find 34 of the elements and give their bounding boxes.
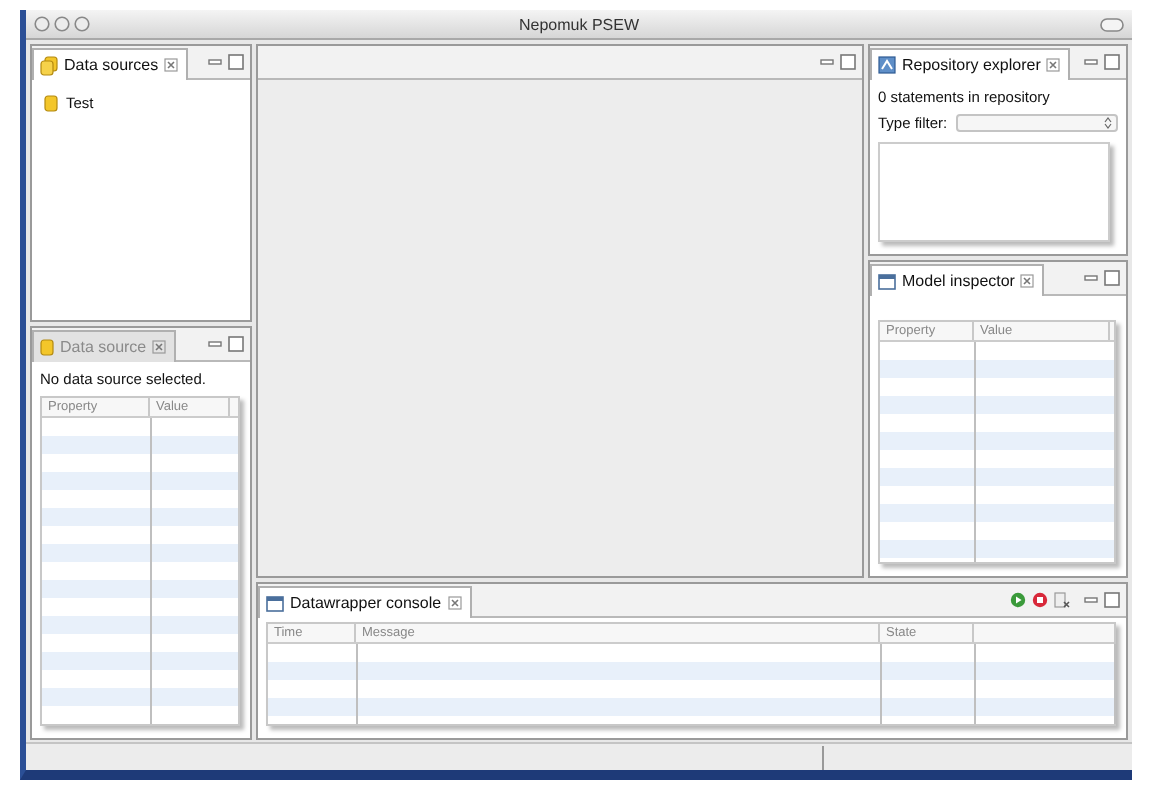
clear-icon[interactable] [1054,592,1070,608]
toolbar-toggle-button[interactable] [1100,17,1124,31]
minimize-button[interactable] [1084,593,1098,607]
maximize-button[interactable] [228,336,244,352]
window-icon [878,273,896,289]
view-tab[interactable]: Model inspector [870,264,1045,296]
minimize-button[interactable] [820,55,834,69]
repository-icon [878,56,896,74]
minimize-button[interactable] [208,337,222,351]
maximize-button[interactable] [1104,592,1120,608]
minimize-button[interactable] [1084,55,1098,69]
minimize-button[interactable] [1084,271,1098,285]
type-filter-dropdown[interactable] [955,114,1118,132]
maximize-button[interactable] [1104,270,1120,286]
updown-arrow-icon [1104,116,1112,130]
close-icon[interactable] [1046,58,1061,72]
close-icon[interactable] [152,340,167,354]
view-tab[interactable]: Repository explorer [870,48,1071,80]
window-title: Nepomuk PSEW [518,15,640,33]
maximize-button[interactable] [1104,54,1120,70]
close-icon[interactable] [164,58,179,72]
minimize-button[interactable] [208,55,222,69]
window-icon [266,595,284,611]
stop-icon[interactable] [1032,592,1048,608]
database-icon [40,338,54,356]
view-tab[interactable]: Data source [32,330,177,362]
maximize-button[interactable] [840,54,856,70]
maximize-button[interactable] [228,54,244,70]
close-icon[interactable] [447,596,462,610]
close-icon[interactable] [1020,274,1035,288]
play-icon[interactable] [1010,592,1026,608]
database-icon [44,94,58,112]
view-tab[interactable]: Datawrapper console [258,586,472,618]
view-tab[interactable]: Data sources [32,48,189,80]
